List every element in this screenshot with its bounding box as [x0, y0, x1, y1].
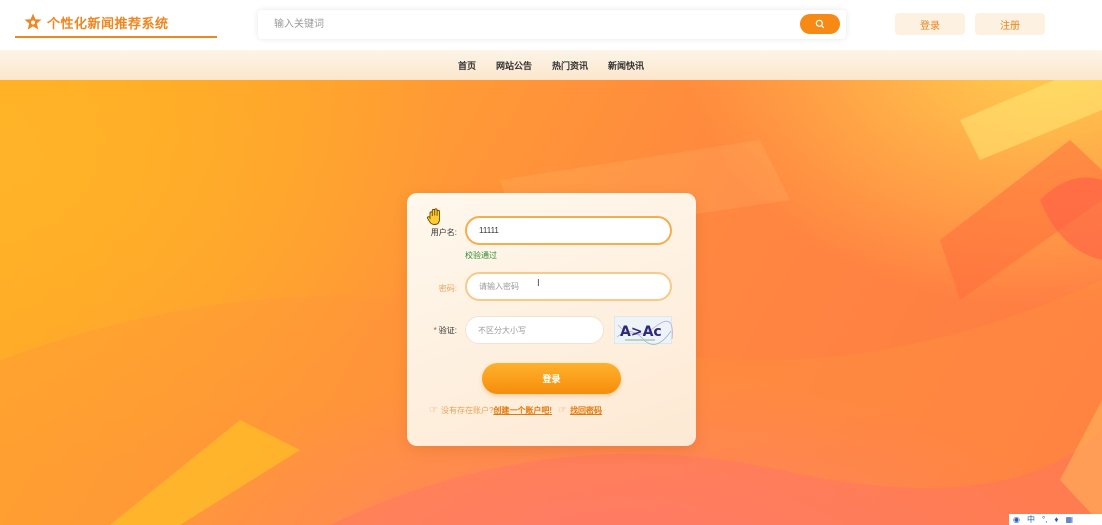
search-icon: [815, 19, 825, 29]
header-register-button[interactable]: 注册: [975, 13, 1045, 35]
search-button[interactable]: [800, 14, 840, 34]
captcha-input[interactable]: [478, 325, 603, 335]
nav-item-news-flash[interactable]: 新闻快讯: [608, 59, 644, 72]
system-tray: ◉ 中 °, ♦ ▦: [1009, 514, 1102, 525]
captcha-graphic: A>Ac: [616, 320, 673, 345]
search-bar: [258, 10, 846, 39]
create-account-link[interactable]: 创建一个账户吧!: [493, 405, 552, 416]
nav-item-hot-news[interactable]: 热门资讯: [552, 59, 588, 72]
password-input[interactable]: [479, 282, 670, 291]
site-title: 个性化新闻推荐系统: [47, 15, 169, 31]
pointing-hand-icon: ☞: [429, 405, 438, 416]
captcha-text: A>Ac: [620, 324, 662, 340]
grid-icon[interactable]: ▦: [1066, 515, 1074, 524]
header-bar: 个性化新闻推荐系统 登录 注册: [0, 0, 1102, 50]
password-label: 密码:: [438, 284, 457, 293]
username-input[interactable]: [479, 226, 670, 235]
login-card: 用户名: 校验通过 密码: I *验证: A>Ac 登录 ☞ 没有存在账户? 创…: [407, 193, 696, 446]
site-logo[interactable]: 个性化新闻推荐系统: [15, 8, 217, 38]
captcha-field-wrap: [465, 316, 604, 344]
login-submit-button[interactable]: 登录: [482, 363, 621, 394]
main-nav: 首页 网站公告 热门资讯 新闻快讯: [0, 50, 1102, 80]
nav-item-home[interactable]: 首页: [458, 59, 476, 72]
captcha-label-wrap: * 验证:: [407, 325, 457, 336]
star-icon: [24, 13, 42, 30]
microphone-icon[interactable]: ♦: [1054, 515, 1058, 524]
ime-indicator-icon[interactable]: ◉: [1013, 515, 1020, 524]
pointing-hand-icon: ☞: [558, 405, 568, 416]
username-validation-message: 校验通过: [465, 251, 497, 260]
header-login-button[interactable]: 登录: [895, 13, 965, 35]
username-label: 用户名:: [430, 228, 457, 237]
waving-hand-icon: [425, 207, 445, 227]
captcha-image[interactable]: A>Ac: [614, 316, 673, 345]
text-cursor-icon: I: [537, 278, 540, 289]
required-mark: *: [433, 326, 437, 335]
forgot-password-link[interactable]: 找回密码: [570, 405, 602, 416]
username-field-wrap: [465, 216, 672, 245]
no-account-text: 没有存在账户?: [440, 406, 494, 415]
account-links: ☞ 没有存在账户? 创建一个账户吧! ☞ 找回密码: [429, 405, 602, 416]
search-input[interactable]: [258, 11, 788, 38]
punctuation-icon[interactable]: °,: [1042, 515, 1047, 524]
nav-item-announcements[interactable]: 网站公告: [496, 59, 532, 72]
password-field-wrap: [465, 272, 672, 301]
captcha-label: 验证:: [438, 326, 457, 335]
ime-language-label[interactable]: 中: [1027, 514, 1035, 525]
